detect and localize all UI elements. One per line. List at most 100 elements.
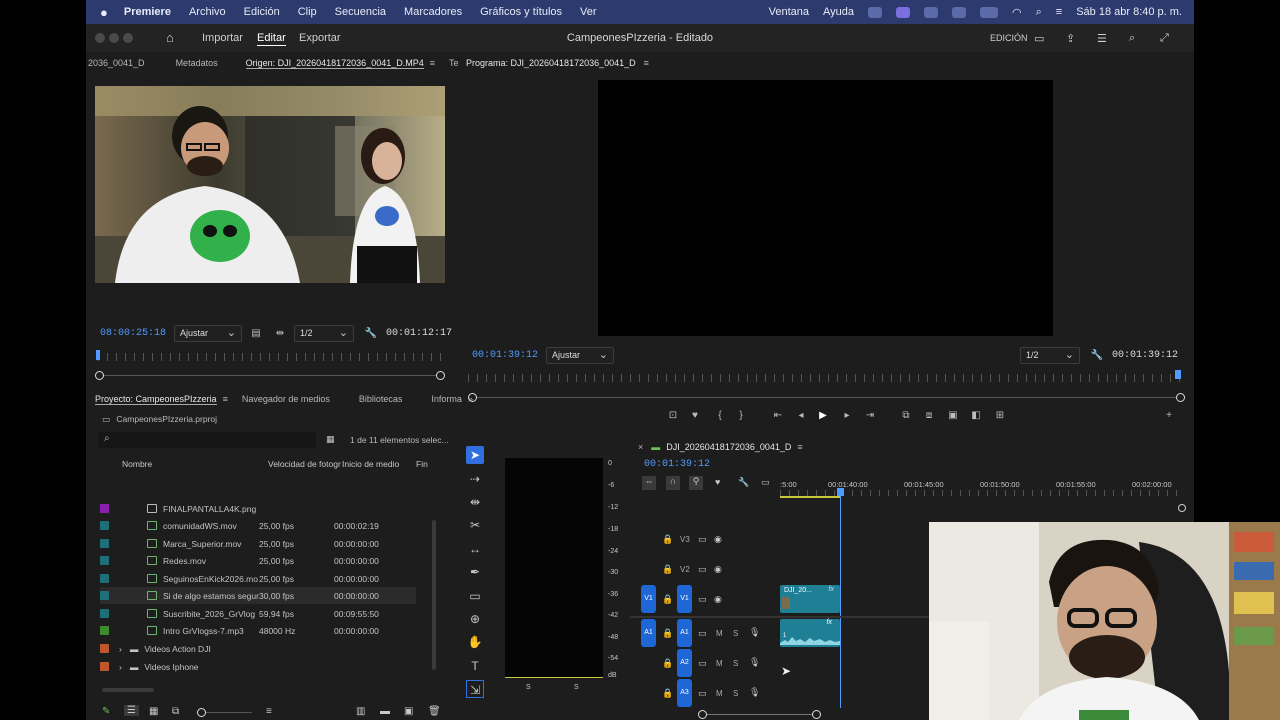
- tab-source-seq[interactable]: 2036_0041_D: [88, 58, 145, 68]
- list-item-selected[interactable]: Si de algo estamos segur 30,00 fps 00:00…: [100, 587, 416, 604]
- eye-icon[interactable]: ◉: [714, 534, 722, 545]
- track-target-a2[interactable]: A2: [677, 649, 692, 677]
- chevron-right-icon[interactable]: ›: [119, 644, 122, 654]
- generative-extend-icon[interactable]: ⇲: [466, 680, 484, 698]
- sync-lock-icon[interactable]: ▭: [698, 658, 707, 669]
- label-color-swatch[interactable]: [100, 609, 109, 618]
- col-start[interactable]: Inicio de medio: [342, 459, 399, 469]
- slip-tool-icon[interactable]: ↔: [466, 540, 484, 558]
- tab-metadatos[interactable]: Metadatos: [176, 58, 218, 68]
- screen-record-icon[interactable]: [896, 6, 910, 18]
- label-color-swatch[interactable]: [100, 644, 109, 653]
- wifi-icon[interactable]: ◠: [1012, 6, 1022, 19]
- insert-icon[interactable]: ⇹: [273, 328, 287, 339]
- timeline-zoom-start-handle[interactable]: [698, 710, 707, 719]
- list-view-icon[interactable]: ☰: [124, 705, 139, 716]
- timeline-zoom-bar[interactable]: [700, 714, 816, 715]
- new-bin-icon[interactable]: ▬: [380, 706, 390, 717]
- snap-icon[interactable]: ∩: [666, 476, 680, 490]
- linked-selection-icon[interactable]: ⚲: [689, 476, 703, 490]
- folder-item[interactable]: › ▬ Videos Iphone: [100, 658, 416, 675]
- type-tool-icon[interactable]: T: [466, 657, 484, 675]
- track-target-v1[interactable]: V1: [677, 585, 692, 613]
- settings-icon[interactable]: ▤: [249, 328, 263, 339]
- program-zoom-end-handle[interactable]: [1176, 393, 1185, 402]
- battery-icon[interactable]: [980, 6, 998, 18]
- menu-icon[interactable]: ≡: [797, 442, 802, 452]
- program-fit-dropdown[interactable]: Ajustar: [546, 347, 614, 364]
- timeline-playhead-handle[interactable]: [837, 488, 844, 496]
- camera-icon[interactable]: ▣: [946, 410, 960, 421]
- step-back-icon[interactable]: ◂: [794, 410, 808, 421]
- list-item[interactable]: FINALPANTALLA4K.png: [100, 500, 416, 517]
- label-color-swatch[interactable]: [100, 504, 109, 513]
- solo-a3-button[interactable]: S: [733, 689, 738, 698]
- menu-edicion[interactable]: Edición: [244, 6, 280, 18]
- eye-icon[interactable]: ◉: [714, 564, 722, 575]
- menubar-datetime[interactable]: Sáb 18 abr 8:40 p. m.: [1076, 6, 1182, 18]
- wrench-icon[interactable]: 🔧: [738, 477, 749, 488]
- vertical-zoom-handle[interactable]: [1178, 504, 1186, 512]
- source-zoom-bar[interactable]: [100, 375, 442, 376]
- source-fit-dropdown[interactable]: Ajustar: [174, 325, 242, 342]
- label-color-swatch[interactable]: [100, 556, 109, 565]
- project-horizontal-scrollbar[interactable]: [102, 688, 154, 692]
- menu-ver[interactable]: Ver: [580, 6, 597, 18]
- mute-a2-button[interactable]: M: [716, 659, 723, 668]
- sync-lock-icon[interactable]: ▭: [698, 688, 707, 699]
- lock-icon[interactable]: 🔒: [662, 534, 673, 545]
- mute-a3-button[interactable]: M: [716, 689, 723, 698]
- tab-programa[interactable]: Programa: DJI_20260418172036_0041_D: [466, 58, 636, 68]
- video-clip[interactable]: DJI_20... fx: [780, 585, 840, 613]
- mark-in-icon[interactable]: {: [713, 410, 727, 421]
- go-to-out-icon[interactable]: ⇥: [863, 410, 877, 421]
- pen-tool-icon[interactable]: ✒: [466, 563, 484, 581]
- new-item-icon[interactable]: ▣: [404, 706, 413, 717]
- sync-lock-icon[interactable]: ▭: [698, 534, 707, 545]
- list-item[interactable]: Marca_Superior.mov 25,00 fps 00:00:00:00: [100, 535, 416, 552]
- selection-tool-icon[interactable]: ➤: [466, 446, 484, 464]
- nest-icon[interactable]: ⇔: [642, 476, 656, 490]
- source-time-ruler[interactable]: [98, 353, 444, 361]
- bin-icon[interactable]: ▦: [326, 434, 335, 445]
- col-name[interactable]: Nombre: [122, 459, 152, 469]
- menu-clip[interactable]: Clip: [298, 6, 317, 18]
- label-color-swatch[interactable]: [100, 662, 109, 671]
- source-patch-v1[interactable]: V1: [641, 585, 656, 613]
- source-zoom-end-handle[interactable]: [436, 371, 445, 380]
- status-icon-1[interactable]: [868, 6, 882, 18]
- menu-ayuda[interactable]: Ayuda: [823, 6, 854, 18]
- mark-out-icon[interactable]: }: [734, 410, 748, 421]
- wrench-icon[interactable]: 🔧: [364, 328, 378, 339]
- lock-icon[interactable]: 🔒: [662, 564, 673, 575]
- compare-icon[interactable]: ◧: [969, 410, 983, 421]
- workspace-icon[interactable]: ▭: [1034, 32, 1044, 45]
- fullscreen-icon[interactable]: ⤢: [1160, 32, 1169, 45]
- menu-ventana[interactable]: Ventana: [769, 6, 809, 18]
- col-fps[interactable]: Velocidad de fotogr: [268, 459, 341, 469]
- rectangle-tool-icon[interactable]: ▭: [466, 587, 484, 605]
- sync-lock-icon[interactable]: ▭: [698, 628, 707, 639]
- lock-icon[interactable]: 🔒: [662, 688, 673, 699]
- progress-icon[interactable]: ☰: [1097, 32, 1107, 45]
- marker-icon[interactable]: ♥: [688, 410, 702, 421]
- sync-lock-icon[interactable]: ▭: [698, 564, 707, 575]
- sync-lock-icon[interactable]: ▭: [698, 594, 707, 605]
- tab-informacion[interactable]: Informa: [431, 394, 462, 404]
- sequence-name[interactable]: DJI_20260418172036_0041_D: [666, 442, 791, 452]
- hand-tool-icon[interactable]: ✋: [466, 633, 484, 651]
- list-item[interactable]: Redes.mov 25,00 fps 00:00:00:00: [100, 552, 416, 569]
- tab-bibliotecas[interactable]: Bibliotecas: [359, 394, 403, 404]
- zoom-tool-icon[interactable]: ⊕: [466, 610, 484, 628]
- menu-icon[interactable]: ≡: [644, 58, 649, 68]
- lock-icon[interactable]: 🔒: [662, 628, 673, 639]
- mute-a1-button[interactable]: M: [716, 629, 723, 638]
- program-playhead[interactable]: [1175, 370, 1181, 379]
- list-item[interactable]: Intro GrVlogss-7.mp3 48000 Hz 00:00:00:0…: [100, 622, 416, 639]
- apple-icon[interactable]: ●: [100, 5, 108, 20]
- add-marker-icon[interactable]: ♥: [715, 477, 720, 487]
- label-color-swatch[interactable]: [100, 539, 109, 548]
- microphone-icon[interactable]: 🎙: [749, 687, 760, 698]
- extract-clip-icon[interactable]: ⧈: [922, 410, 936, 421]
- menu-marcadores[interactable]: Marcadores: [404, 6, 462, 18]
